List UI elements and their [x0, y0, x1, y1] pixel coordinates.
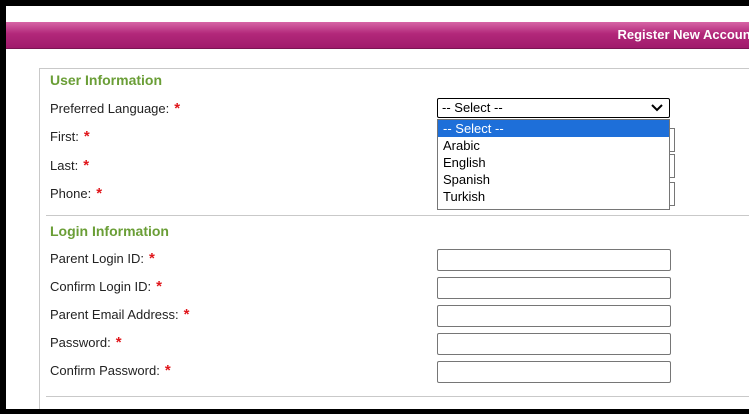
required-marker: *: [96, 185, 103, 202]
first-name-label-text: First:: [50, 129, 79, 144]
language-label: Preferred Language: *: [50, 100, 180, 117]
password-label-text: Password:: [50, 335, 111, 350]
section-divider: [46, 396, 749, 397]
required-marker: *: [83, 157, 90, 174]
page-title: Register New Account: [617, 27, 749, 42]
confirm-password-label: Confirm Password: *: [50, 362, 171, 379]
language-option[interactable]: -- Select --: [438, 120, 669, 137]
first-name-label: First: *: [50, 128, 90, 145]
confirm-password-input[interactable]: [437, 361, 671, 383]
confirm-password-label-text: Confirm Password:: [50, 363, 160, 378]
last-name-input-edge: [670, 154, 675, 178]
confirm-login-id-input[interactable]: [437, 277, 671, 299]
header-band: Register New Account: [6, 22, 749, 48]
email-input[interactable]: [437, 305, 671, 327]
required-marker: *: [183, 306, 190, 323]
first-name-input-edge: [670, 128, 675, 152]
required-marker: *: [83, 128, 90, 145]
required-marker: *: [174, 100, 181, 117]
password-input[interactable]: [437, 333, 671, 355]
required-marker: *: [164, 362, 171, 379]
login-id-label: Parent Login ID: *: [50, 250, 155, 267]
phone-input-edge: [670, 182, 675, 206]
language-dropdown-list[interactable]: -- Select -- Arabic English Spanish Turk…: [437, 119, 670, 210]
required-marker: *: [148, 250, 155, 267]
last-name-label: Last: *: [50, 157, 89, 174]
language-select[interactable]: -- Select --: [437, 98, 670, 118]
required-marker: *: [115, 334, 122, 351]
window-frame: Register New Account User Information Pr…: [0, 0, 749, 414]
language-label-text: Preferred Language:: [50, 101, 170, 116]
confirm-login-id-label-text: Confirm Login ID:: [50, 279, 152, 294]
language-option[interactable]: Arabic: [438, 137, 669, 154]
login-info-title: Login Information: [50, 223, 169, 239]
language-option[interactable]: English: [438, 154, 669, 171]
phone-label-text: Phone:: [50, 186, 92, 201]
email-label-text: Parent Email Address:: [50, 307, 179, 322]
phone-label: Phone: *: [50, 185, 102, 202]
password-label: Password: *: [50, 334, 122, 351]
language-select-value: -- Select --: [442, 100, 503, 115]
chevron-down-icon: [651, 104, 663, 112]
language-option[interactable]: Turkish: [438, 188, 669, 205]
required-marker: *: [156, 278, 162, 295]
email-label: Parent Email Address: *: [50, 306, 189, 323]
confirm-login-id-label: Confirm Login ID: *: [50, 278, 162, 295]
section-divider: [46, 215, 749, 216]
login-id-label-text: Parent Login ID:: [50, 251, 144, 266]
language-option[interactable]: Spanish: [438, 171, 669, 188]
last-name-label-text: Last:: [50, 158, 79, 173]
user-info-title: User Information: [50, 72, 163, 88]
login-id-input[interactable]: [437, 249, 671, 271]
